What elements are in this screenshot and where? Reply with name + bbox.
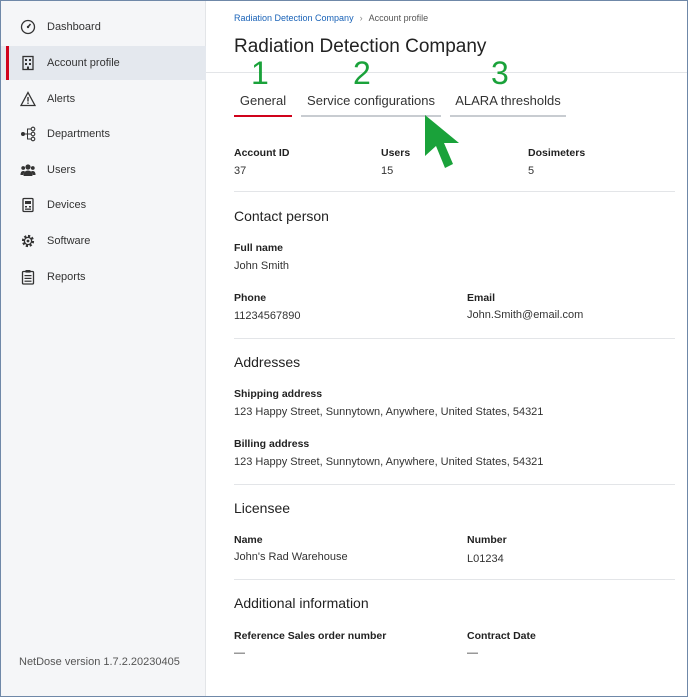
sidebar-item-label: Alerts [47, 93, 76, 105]
tab-label: General [239, 93, 287, 108]
sidebar-item-devices[interactable]: Devices [1, 188, 206, 222]
sidebar-item-label: Devices [47, 199, 87, 211]
reference-sales-order-label: Reference Sales order number [234, 630, 387, 642]
shipping-address-value: 123 Happy Street, Sunnytown, Anywhere, U… [234, 406, 544, 418]
sidebar-item-departments[interactable]: Departments [1, 117, 206, 151]
sidebar-item-alerts[interactable]: Alerts [1, 82, 206, 116]
email-value: John.Smith@email.com [467, 309, 584, 321]
sidebar-item-label: Users [47, 164, 76, 176]
gear-icon [19, 232, 37, 250]
licensee-number-value: L01234 [467, 553, 504, 565]
sidebar-item-software[interactable]: Software [1, 224, 206, 258]
annotation-number-2: 2 [353, 55, 371, 91]
section-divider [234, 484, 675, 485]
tab-underline [450, 115, 566, 117]
sidebar: Dashboard Account profile Alerts Departm… [1, 1, 206, 696]
full-name-label: Full name [234, 242, 284, 254]
tab-label: Service configurations [307, 93, 435, 108]
version-label: NetDose version 1.7.2.20230405 [19, 656, 180, 668]
annotation-number-1: 1 [251, 55, 269, 91]
breadcrumb-link-company[interactable]: Radiation Detection Company [234, 13, 354, 23]
phone-value: 11234567890 [234, 310, 301, 322]
dosimeters-label: Dosimeters [528, 147, 586, 159]
dosimeters-value: 5 [528, 165, 535, 177]
shipping-address-label: Shipping address [234, 388, 323, 400]
section-divider [234, 338, 675, 339]
users-label: Users [381, 147, 411, 159]
tab-label: ALARA thresholds [455, 93, 561, 108]
licensee-name-value: John's Rad Warehouse [234, 551, 348, 563]
warning-triangle-icon [19, 90, 37, 108]
sidebar-item-label: Account profile [47, 57, 120, 69]
section-title-additional: Additional information [234, 595, 369, 611]
full-name-value: John Smith [234, 260, 290, 272]
billing-address-label: Billing address [234, 438, 310, 450]
tab-general[interactable]: General [234, 93, 292, 117]
account-id-label: Account ID [234, 147, 290, 159]
licensee-name-label: Name [234, 534, 263, 546]
section-title-contact: Contact person [234, 208, 329, 224]
users-icon [19, 161, 37, 179]
sidebar-item-label: Departments [47, 128, 110, 140]
sidebar-item-account-profile[interactable]: Account profile [1, 46, 206, 80]
breadcrumb-separator: › [359, 13, 363, 23]
clipboard-icon [19, 268, 37, 286]
reference-sales-order-value: — [234, 647, 245, 659]
tab-underline [301, 115, 441, 117]
contract-date-label: Contract Date [467, 630, 536, 642]
section-title-licensee: Licensee [234, 500, 291, 516]
tab-service-configurations[interactable]: Service configurations [301, 93, 441, 117]
header-divider [206, 72, 687, 73]
sidebar-item-label: Dashboard [47, 21, 101, 33]
sidebar-item-label: Software [47, 235, 91, 247]
building-icon [19, 54, 37, 72]
tab-alara-thresholds[interactable]: ALARA thresholds [450, 93, 566, 117]
phone-label: Phone [234, 292, 267, 304]
sidebar-item-label: Reports [47, 271, 86, 283]
licensee-number-label: Number [467, 534, 507, 546]
main-content: Radiation Detection Company › Account pr… [206, 1, 687, 696]
section-divider [234, 191, 675, 192]
contract-date-value: — [467, 647, 478, 659]
email-label: Email [467, 292, 496, 304]
hierarchy-icon [19, 125, 37, 143]
dashboard-gauge-icon [19, 18, 37, 36]
device-icon [19, 196, 37, 214]
breadcrumb-current: Account profile [368, 13, 429, 23]
billing-address-value: 123 Happy Street, Sunnytown, Anywhere, U… [234, 456, 544, 468]
annotation-number-3: 3 [491, 55, 509, 91]
pointer-arrow-icon [425, 115, 459, 168]
sidebar-item-dashboard[interactable]: Dashboard [1, 10, 206, 44]
section-divider [234, 579, 675, 580]
section-title-addresses: Addresses [234, 354, 301, 370]
breadcrumb: Radiation Detection Company › Account pr… [234, 13, 428, 23]
tab-underline-active [234, 115, 292, 117]
sidebar-item-reports[interactable]: Reports [1, 260, 206, 294]
users-value: 15 [381, 165, 394, 177]
sidebar-item-users[interactable]: Users [1, 153, 206, 187]
account-id-value: 37 [234, 165, 247, 177]
